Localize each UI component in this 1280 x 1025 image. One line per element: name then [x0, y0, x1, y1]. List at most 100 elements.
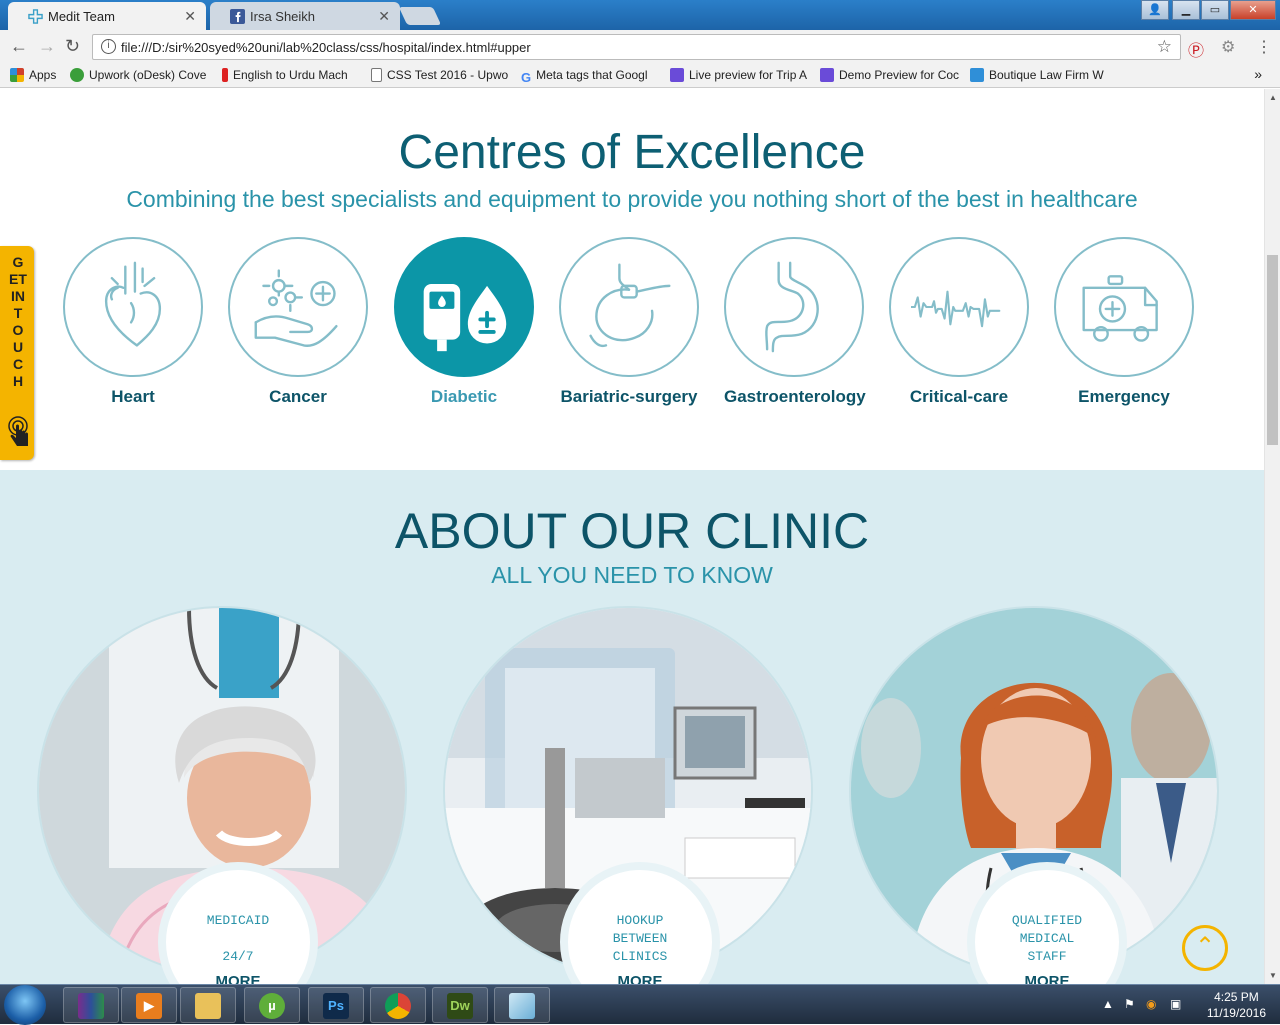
dreamweaver-icon: Dw: [447, 993, 473, 1019]
windows-taskbar: ▶ µ Ps Dw ▲ ⚑ ◉ ▣ 4:25 PM 11/19/2016: [0, 984, 1280, 1025]
chrome-icon: [385, 993, 411, 1019]
scroll-down-arrow-icon[interactable]: ▼: [1269, 971, 1277, 980]
glucose-meter-icon: [423, 283, 507, 352]
browser-toolbar: ← → ↻ i file:///D:/sir%20syed%20uni/lab%…: [0, 30, 1280, 64]
page-scrollbar[interactable]: ▲ ▼: [1264, 89, 1280, 984]
pinterest-icon[interactable]: Ⓟ: [1188, 37, 1204, 61]
photoshop-icon: Ps: [323, 993, 349, 1019]
page-icon: [371, 68, 382, 82]
clock-time: 4:25 PM: [1214, 990, 1259, 1004]
get-in-touch-tab[interactable]: GET IN TOUCH: [0, 246, 34, 460]
file-explorer-icon: [195, 993, 221, 1019]
media-player-icon: ▶: [136, 993, 162, 1019]
bookmark-css-test[interactable]: CSS Test 2016 - Upwo: [371, 68, 511, 82]
service-label: Gastroenterology: [724, 387, 866, 406]
bookmark-meta-tags[interactable]: G Meta tags that Googl: [521, 68, 661, 84]
bookmark-english-urdu[interactable]: English to Urdu Mach: [222, 68, 360, 82]
badge-text: QUALIFIED MEDICAL STAFF: [1011, 913, 1083, 964]
action-center-flag-icon[interactable]: ⚑: [1124, 997, 1135, 1011]
system-clock[interactable]: 4:25 PM 11/19/2016: [1207, 989, 1266, 1021]
screenshot-tool-icon: [509, 993, 535, 1019]
badge-text: HOOKUP BETWEEN CLINICS: [612, 913, 668, 964]
bookmark-live-preview[interactable]: Live preview for Trip A: [670, 68, 810, 82]
get-in-touch-label: GET IN TOUCH: [9, 254, 27, 389]
start-button[interactable]: [4, 985, 46, 1025]
service-cancer[interactable]: Cancer: [228, 237, 368, 407]
service-label: Cancer: [269, 387, 327, 406]
reload-icon[interactable]: ↻: [65, 36, 80, 57]
close-window-button[interactable]: ✕: [1230, 0, 1276, 20]
service-bariatric-surgery[interactable]: Bariatric-surgery: [559, 237, 699, 407]
scroll-to-top-chevron-up-icon[interactable]: ⌃: [1182, 925, 1228, 971]
more-link[interactable]: MORE: [975, 973, 1119, 984]
facebook-icon: [230, 9, 245, 24]
more-link[interactable]: MORE: [568, 973, 712, 984]
close-tab-icon[interactable]: ✕: [378, 8, 390, 25]
info-icon[interactable]: i: [101, 39, 116, 54]
service-emergency[interactable]: Emergency: [1054, 237, 1194, 407]
minimize-button[interactable]: ▁: [1172, 0, 1200, 20]
bookmark-star-icon[interactable]: ☆: [1157, 37, 1172, 57]
about-subtitle: ALL YOU NEED TO KNOW: [491, 562, 773, 588]
service-diabetic[interactable]: Diabetic: [394, 237, 534, 407]
back-arrow-icon[interactable]: ←: [10, 36, 28, 57]
scroll-up-arrow-icon[interactable]: ▲: [1269, 93, 1277, 102]
network-icon[interactable]: ▣: [1170, 997, 1181, 1011]
bookmark-apps[interactable]: Apps: [10, 68, 65, 82]
utorrent-icon: µ: [259, 993, 285, 1019]
system-tray: ▲ ⚑ ◉ ▣ 4:25 PM 11/19/2016: [1090, 985, 1280, 1025]
stomach-icon: [765, 261, 819, 353]
tab-title: Irsa Sheikh: [250, 9, 316, 24]
service-label: Bariatric-surgery: [560, 387, 698, 406]
scrollbar-thumb[interactable]: [1267, 255, 1278, 445]
pointing-hand-icon: [8, 416, 28, 446]
bookmark-upwork[interactable]: Upwork (oDesk) Cove: [70, 68, 210, 82]
heart-organ-icon: [104, 261, 162, 347]
show-hidden-icons-icon[interactable]: ▲: [1102, 997, 1114, 1011]
new-tab-button[interactable]: [398, 7, 442, 25]
service-label: Critical-care: [909, 387, 1009, 406]
taskbar-chrome[interactable]: [370, 987, 426, 1023]
centres-section: Centres of Excellence Combining the best…: [0, 89, 1264, 470]
about-title: ABOUT OUR CLINIC: [394, 503, 870, 559]
user-icon[interactable]: 👤: [1141, 0, 1169, 20]
service-gastroenterology[interactable]: Gastroenterology: [724, 237, 866, 407]
service-critical-care[interactable]: Critical-care: [889, 237, 1029, 407]
service-heart[interactable]: Heart: [63, 237, 203, 407]
bookmark-page-icon: [222, 68, 228, 82]
taskbar-media-player[interactable]: ▶: [121, 987, 177, 1023]
cancer-cells-icon: [254, 269, 338, 347]
service-label: Heart: [111, 387, 155, 406]
service-icon-circle: [559, 237, 699, 377]
about-section: ABOUT OUR CLINIC ALL YOU NEED TO KNOW ME…: [0, 470, 1264, 984]
address-bar[interactable]: i file:///D:/sir%20syed%20uni/lab%20clas…: [92, 34, 1181, 60]
close-tab-icon[interactable]: ✕: [184, 8, 196, 25]
google-icon: G: [521, 70, 532, 84]
bookmark-demo-preview[interactable]: Demo Preview for Coc: [820, 68, 960, 82]
taskbar-screenshot-tool[interactable]: [494, 987, 550, 1023]
maximize-button[interactable]: ▭: [1201, 0, 1229, 20]
menu-icon[interactable]: ⋮: [1256, 37, 1272, 57]
tab-title: Medit Team: [48, 9, 115, 24]
service-icon-circle: [63, 237, 203, 377]
service-icon-circle: [889, 237, 1029, 377]
taskbar-file-explorer[interactable]: [180, 987, 236, 1023]
medical-cross-icon: [28, 9, 43, 24]
tab-irsa-sheikh[interactable]: Irsa Sheikh ✕: [210, 2, 400, 30]
tab-medit-team[interactable]: Medit Team ✕: [8, 2, 206, 30]
taskbar-winrar[interactable]: [63, 987, 119, 1023]
themeforest-icon: [820, 68, 834, 82]
bookmark-boutique-law[interactable]: Boutique Law Firm W: [970, 68, 1110, 82]
taskbar-utorrent[interactable]: µ: [244, 987, 300, 1023]
service-icon-circle: [724, 237, 864, 377]
forward-arrow-icon[interactable]: →: [38, 36, 56, 57]
extension-icon[interactable]: ⚙: [1221, 37, 1235, 57]
avast-icon[interactable]: ◉: [1146, 997, 1156, 1011]
apps-grid-icon: [10, 68, 24, 82]
bookmark-x-icon: [970, 68, 984, 82]
taskbar-photoshop[interactable]: Ps: [308, 987, 364, 1023]
more-link[interactable]: MORE: [166, 973, 310, 984]
upwork-icon: [70, 68, 84, 82]
taskbar-dreamweaver[interactable]: Dw: [432, 987, 488, 1023]
more-bookmarks-icon[interactable]: »: [1254, 66, 1262, 82]
